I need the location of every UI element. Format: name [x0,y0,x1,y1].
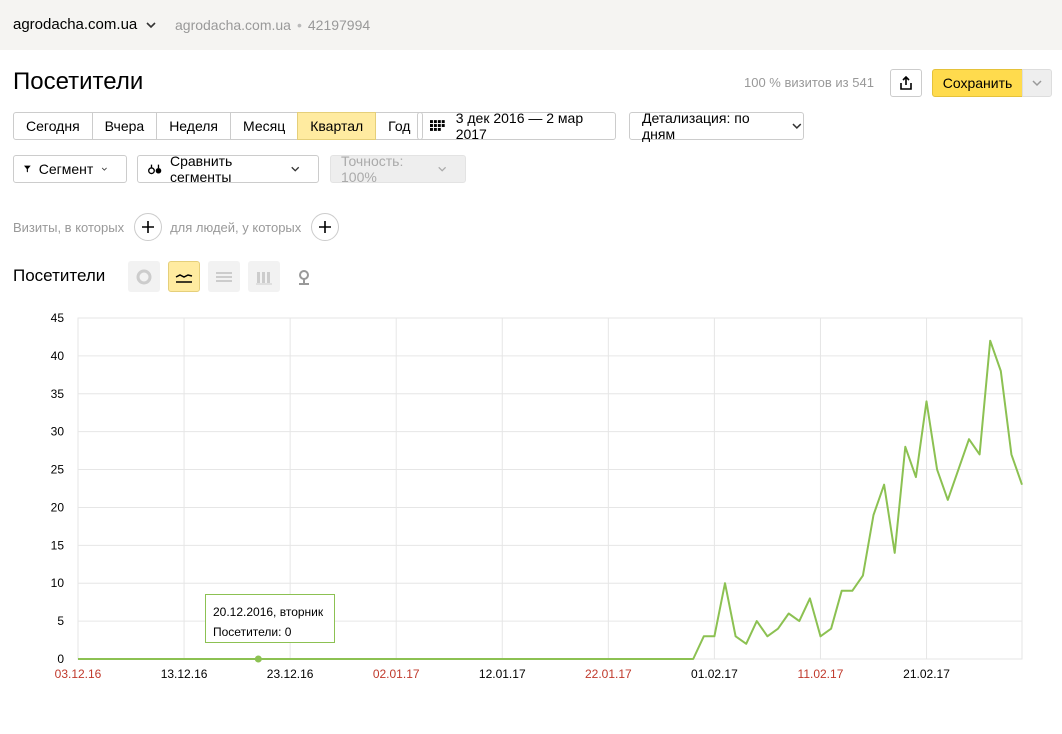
line-chart-icon [175,273,193,283]
detail-label: Детализация: по дням [642,110,750,142]
chevron-down-icon [1032,80,1042,87]
y-tick-label: 15 [51,538,65,552]
period-today[interactable]: Сегодня [13,112,93,140]
date-range-label: 3 дек 2016 — 2 мар 2017 [455,110,584,142]
top-bar: agrodacha.com.ua agrodacha.com.ua • 421979… [0,0,1062,50]
period-week[interactable]: Неделя [156,112,232,140]
x-tick-label: 03.12.16 [55,667,102,681]
date-range-button[interactable]: 3 дек 2016 — 2 мар 2017 [417,110,616,142]
period-yesterday[interactable]: Вчера [91,112,158,140]
accuracy-label: Точность: 100% [341,153,404,185]
period-selector: Сегодня Вчера Неделя Месяц Квартал Год [13,112,424,140]
map-icon [299,269,309,285]
site-secondary-name: agrodacha.com.ua [175,17,291,33]
x-tick-label: 21.02.17 [903,667,950,681]
x-tick-label: 22.01.17 [585,667,632,681]
line-chart-button[interactable] [168,261,200,292]
visits-info: 100 % визитов из 541 [744,75,874,90]
period-quarter[interactable]: Квартал [297,112,377,140]
x-tick-label: 01.02.17 [691,667,738,681]
visitors-line-chart: 0 5 10 15 20 25 30 35 40 45 03.12.16 13.12.16 23.12.… [51,311,1023,681]
y-tick-label: 35 [51,387,65,401]
x-tick-label: 12.01.17 [479,667,526,681]
y-tick-label: 40 [51,349,65,363]
y-tick-label: 0 [57,652,64,666]
share-icon [900,75,912,90]
area-chart-button[interactable] [208,261,240,292]
chevron-down-icon [792,123,802,129]
compare-segments-button[interactable]: Сравнить сегменты [137,153,319,185]
detail-select[interactable]: Детализация: по дням [629,110,804,142]
tooltip-value: Посетители: 0 [213,625,292,639]
plus-icon [142,221,155,233]
bar-chart-button[interactable] [248,261,280,292]
chart-type-switcher [128,261,328,292]
area-chart-icon [216,271,232,282]
chevron-down-icon [290,166,299,172]
drops-icon [148,164,162,175]
save-button[interactable]: Сохранить [932,69,1023,97]
y-tick-label: 25 [51,463,65,477]
add-people-condition-button[interactable] [311,213,340,241]
map-button[interactable] [288,261,320,292]
separator: • [296,17,302,33]
segment-label: Сегмент [38,161,94,177]
people-filter-label: для людей, у которых [170,219,302,235]
x-tick-label: 02.01.17 [373,667,420,681]
compare-label: Сравнить сегменты [169,153,233,185]
counter-info: agrodacha.com.ua • 42197994 [175,17,370,33]
highlighted-point [254,655,262,663]
calendar-icon [430,120,445,131]
x-tick-label: 23.12.16 [267,667,314,681]
period-month[interactable]: Месяц [230,112,299,140]
visits-filter-label: Визиты, в которых [13,219,125,235]
tooltip-date: 20.12.2016, вторник [213,605,324,619]
y-tick-label: 45 [51,311,65,325]
chevron-down-icon [146,21,156,28]
y-tick-label: 10 [51,576,65,590]
filter-icon [24,165,31,173]
y-tick-label: 30 [51,425,65,439]
bar-chart-icon [256,271,272,284]
site-name: agrodacha.com.ua [13,16,138,33]
x-tick-label: 13.12.16 [161,667,208,681]
export-button[interactable] [890,69,922,97]
chart-title: Посетители [13,266,106,285]
save-dropdown-button[interactable] [1022,69,1052,97]
segment-button[interactable]: Сегмент [13,155,127,183]
chart-tooltip: 20.12.2016, вторник Посетители: 0 [205,594,335,643]
y-tick-label: 5 [57,614,64,628]
pie-chart-icon [136,269,152,284]
filter-row: Визиты, в которых для людей, у которых [13,212,347,242]
page-title: Посетители [13,68,144,95]
site-selector[interactable]: agrodacha.com.ua [13,16,157,33]
chevron-down-icon [102,167,108,171]
counter-id: 42197994 [307,17,371,33]
plus-icon [319,221,332,233]
accuracy-select[interactable]: Точность: 100% [330,153,466,185]
chevron-down-icon [437,166,446,172]
pie-chart-button[interactable] [128,261,160,292]
x-tick-label: 11.02.17 [798,667,844,681]
add-visit-condition-button[interactable] [134,213,163,241]
y-tick-label: 20 [51,500,65,514]
